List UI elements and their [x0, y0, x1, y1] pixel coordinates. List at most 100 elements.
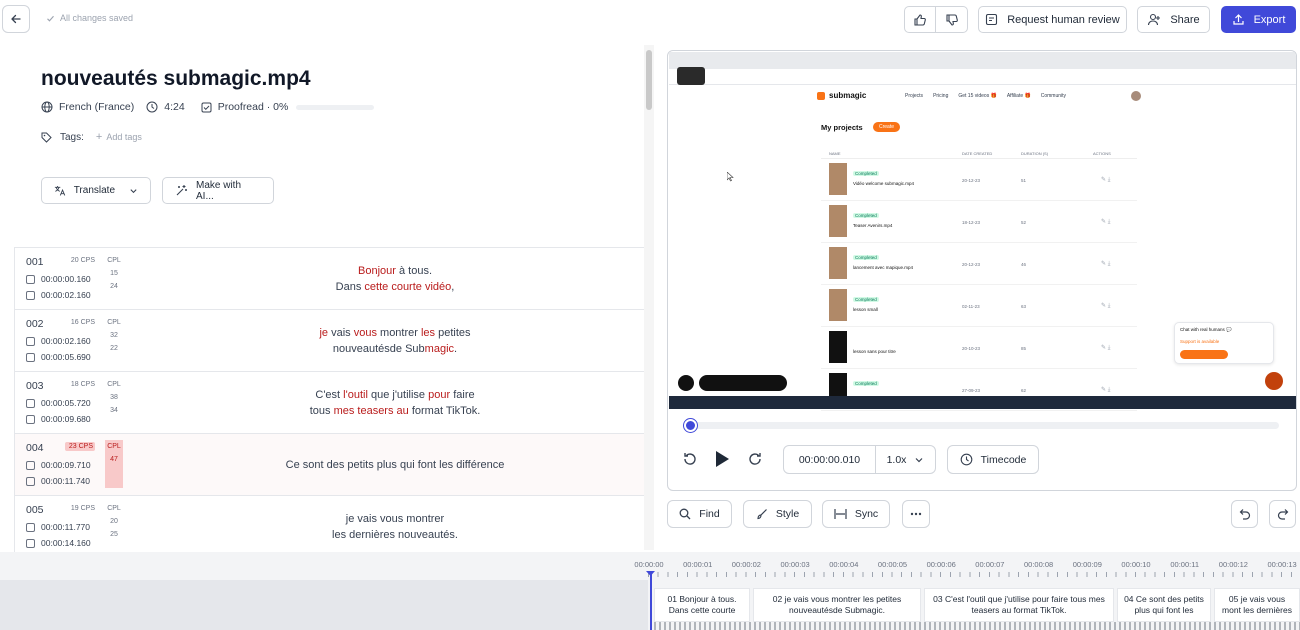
subtitle-line[interactable]: Dans cette courte vidéo, — [336, 279, 455, 295]
end-time-icon — [26, 290, 35, 300]
end-time-value[interactable]: 00:00:02.160 — [41, 290, 91, 300]
scrollbar-thumb[interactable] — [646, 50, 652, 110]
start-time-value[interactable]: 00:00:05.720 — [41, 398, 91, 408]
sync-button[interactable]: Sync — [822, 500, 890, 528]
speed-select[interactable]: 1.0x — [875, 445, 936, 474]
start-time[interactable]: 00:00:11.770 — [26, 522, 90, 532]
start-time[interactable]: 00:00:00.160 — [26, 274, 91, 284]
subtitle-word[interactable]: montrer — [377, 327, 421, 339]
subtitle-word[interactable]: l'outil — [343, 389, 368, 401]
start-time-value[interactable]: 00:00:00.160 — [41, 274, 91, 284]
timecode-button[interactable]: Timecode — [947, 445, 1039, 474]
subtitle-line[interactable]: les dernières nouveautés. — [332, 527, 458, 543]
subtitle-line[interactable]: Ce sont des petits plus qui font les dif… — [286, 457, 505, 473]
subtitle-word[interactable]: pour — [428, 389, 450, 401]
make-with-ai-button[interactable]: Make with AI... — [162, 177, 274, 204]
request-review-button[interactable]: Request human review — [978, 6, 1127, 33]
start-time-value[interactable]: 00:00:09.710 — [41, 460, 91, 470]
subtitle-word[interactable]: magic — [425, 343, 454, 355]
subtitle-word[interactable]: , — [451, 281, 454, 293]
subtitle-line[interactable]: nouveautésde Submagic. — [333, 341, 457, 357]
subtitle-word[interactable]: petites — [435, 327, 470, 339]
rewind-icon[interactable] — [682, 451, 698, 467]
timeline-clip[interactable]: 04 Ce sont des petits plus qui font les — [1117, 588, 1211, 622]
end-time-value[interactable]: 00:00:11.740 — [41, 476, 90, 486]
subtitle-word[interactable]: Dans — [336, 281, 365, 293]
subtitle-word[interactable]: vous — [354, 327, 377, 339]
subtitle-word[interactable]: cette courte vidéo — [364, 281, 451, 293]
subtitle-word[interactable]: les — [421, 327, 435, 339]
subtitle-word[interactable]: mes teasers au — [334, 405, 409, 417]
add-tags-button[interactable]: + Add tags — [96, 131, 142, 143]
subtitle-word[interactable]: . — [454, 343, 457, 355]
end-time[interactable]: 00:00:14.160 — [26, 538, 91, 548]
timeline-tick-label: 00:00:05 — [877, 560, 908, 569]
end-time-value[interactable]: 00:00:05.690 — [41, 352, 91, 362]
end-time[interactable]: 00:00:05.690 — [26, 352, 91, 362]
start-time-value[interactable]: 00:00:11.770 — [41, 522, 90, 532]
timeline-clip[interactable]: 02 je vais vous montrer les petites nouv… — [753, 588, 921, 622]
subtitle-word[interactable]: Ce sont des petits plus qui font les dif… — [286, 459, 505, 471]
share-button[interactable]: Share — [1137, 6, 1210, 33]
subtitle-word[interactable]: que j'utilise — [368, 389, 428, 401]
timeline-clip[interactable]: 05 je vais vous mont les dernières — [1214, 588, 1300, 622]
subtitle-word[interactable]: faire — [450, 389, 474, 401]
subtitle-text[interactable]: C'est l'outil que j'utilise pour faire to… — [155, 372, 635, 434]
subtitle-text[interactable]: je vais vous montrer les petites nouveaut… — [155, 310, 635, 372]
end-time-value[interactable]: 00:00:09.680 — [41, 414, 91, 424]
scrollbar[interactable] — [644, 45, 654, 550]
subtitle-line[interactable]: je vais vous montrer — [346, 511, 444, 527]
timeline[interactable]: 00:00:00 00:00:01 00:00:02 00:00:03 00:00:04… — [0, 552, 1300, 630]
redo-button[interactable] — [1269, 500, 1296, 528]
start-time[interactable]: 00:00:05.720 — [26, 398, 91, 408]
export-button[interactable]: Export — [1221, 6, 1296, 33]
subtitle-word[interactable]: tous — [310, 405, 334, 417]
undo-button[interactable] — [1231, 500, 1258, 528]
start-time[interactable]: 00:00:09.710 — [26, 460, 91, 470]
subtitle-word[interactable]: je vais vous montrer — [346, 513, 444, 525]
subtitle-word[interactable]: à tous. — [396, 265, 432, 277]
find-button[interactable]: Find — [667, 500, 732, 528]
current-time-field[interactable]: 00:00:00.010 — [783, 445, 876, 474]
subtitle-text[interactable]: je vais vous montrer les dernières nouvea… — [155, 496, 635, 552]
start-time-value[interactable]: 00:00:02.160 — [41, 336, 91, 346]
subtitle-word[interactable]: C'est — [315, 389, 343, 401]
end-time-value[interactable]: 00:00:14.160 — [41, 538, 91, 548]
end-time[interactable]: 00:00:09.680 — [26, 414, 91, 424]
subtitle-row[interactable]: 003 18 CPS 00:00:05.720 00:00:09.680 CPL 38 34… — [14, 371, 644, 433]
end-time[interactable]: 00:00:11.740 — [26, 476, 90, 486]
subtitle-word[interactable]: Bonjour — [358, 265, 396, 277]
playhead-handle[interactable] — [684, 419, 697, 432]
back-button[interactable] — [2, 5, 30, 33]
subtitle-row[interactable]: 005 19 CPS 00:00:11.770 00:00:14.160 CPL 20 25… — [14, 495, 644, 552]
forward-icon[interactable] — [747, 451, 763, 467]
more-options-button[interactable] — [902, 500, 930, 528]
end-time[interactable]: 00:00:02.160 — [26, 290, 91, 300]
timeline-clip[interactable]: 01 Bonjour à tous. Dans cette courte — [654, 588, 750, 622]
thumbs-up-button[interactable] — [904, 6, 936, 33]
subtitle-word[interactable]: les dernières nouveautés. — [332, 529, 458, 541]
subtitle-word[interactable]: format TikTok. — [409, 405, 480, 417]
subtitle-line[interactable]: tous mes teasers au format TikTok. — [310, 403, 481, 419]
timeline-playhead[interactable] — [650, 572, 652, 630]
subtitle-row[interactable]: 002 16 CPS 00:00:02.160 00:00:05.690 CPL 32 22… — [14, 309, 644, 371]
timeline-clip[interactable]: 03 C'est l'outil que j'utilise pour fair… — [924, 588, 1114, 622]
video-frame[interactable]: submagic Projects Pricing Get 15 videos 🎁 A… — [669, 52, 1296, 411]
subtitle-line[interactable]: C'est l'outil que j'utilise pour faire — [315, 387, 474, 403]
subtitle-line[interactable]: Bonjour à tous. — [358, 263, 432, 279]
thumbs-down-button[interactable] — [935, 6, 968, 33]
style-button[interactable]: Style — [743, 500, 812, 528]
start-time[interactable]: 00:00:02.160 — [26, 336, 91, 346]
subtitle-row[interactable]: 004 23 CPS 00:00:09.710 00:00:11.740 CPL 47 Ce… — [14, 433, 644, 495]
subtitle-text[interactable]: Ce sont des petits plus qui font les dif… — [155, 434, 635, 496]
subtitle-line[interactable]: je vais vous montrer les petites — [319, 325, 470, 341]
subtitle-row[interactable]: 001 20 CPS 00:00:00.160 00:00:02.160 CPL 15 24… — [14, 247, 644, 309]
translate-button[interactable]: Translate — [41, 177, 151, 204]
timeline-ruler[interactable]: 00:00:00 00:00:01 00:00:02 00:00:03 00:00:04… — [634, 552, 1300, 580]
subtitle-text[interactable]: Bonjour à tous. Dans cette courte vidéo, — [155, 248, 635, 310]
play-icon[interactable] — [714, 450, 730, 468]
subtitle-word[interactable]: vais — [328, 327, 354, 339]
playback-progress[interactable] — [684, 419, 1279, 432]
subtitle-word[interactable]: nouveautésde Sub — [333, 343, 425, 355]
subtitle-word[interactable]: je — [319, 327, 328, 339]
